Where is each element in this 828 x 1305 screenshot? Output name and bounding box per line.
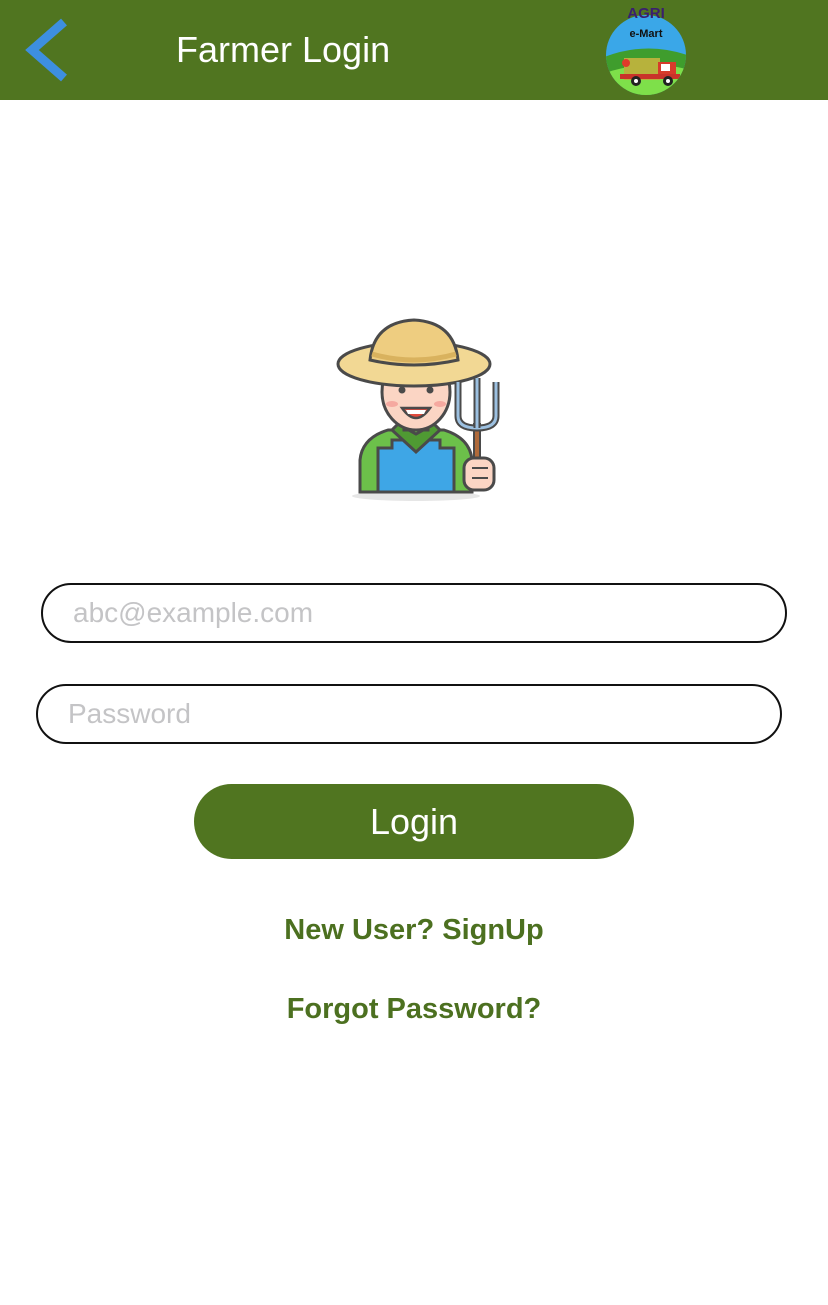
login-button[interactable]: Login: [194, 784, 634, 859]
signup-link[interactable]: New User? SignUp: [0, 914, 828, 947]
password-field[interactable]: [36, 684, 782, 744]
chevron-left-icon: [25, 18, 67, 82]
forgot-password-link[interactable]: Forgot Password?: [0, 993, 828, 1026]
farmer-avatar-icon: [326, 312, 516, 508]
email-input[interactable]: [43, 585, 785, 641]
svg-text:e-Mart: e-Mart: [629, 28, 662, 40]
app-header: Farmer Login AGRI e-Mart: [0, 0, 828, 100]
agri-emart-logo: AGRI e-Mart: [598, 0, 694, 100]
svg-text:AGRI: AGRI: [627, 5, 665, 22]
back-button[interactable]: [18, 16, 78, 84]
email-field[interactable]: [41, 583, 787, 643]
password-input[interactable]: [38, 686, 780, 742]
page-title: Farmer Login: [176, 29, 391, 70]
